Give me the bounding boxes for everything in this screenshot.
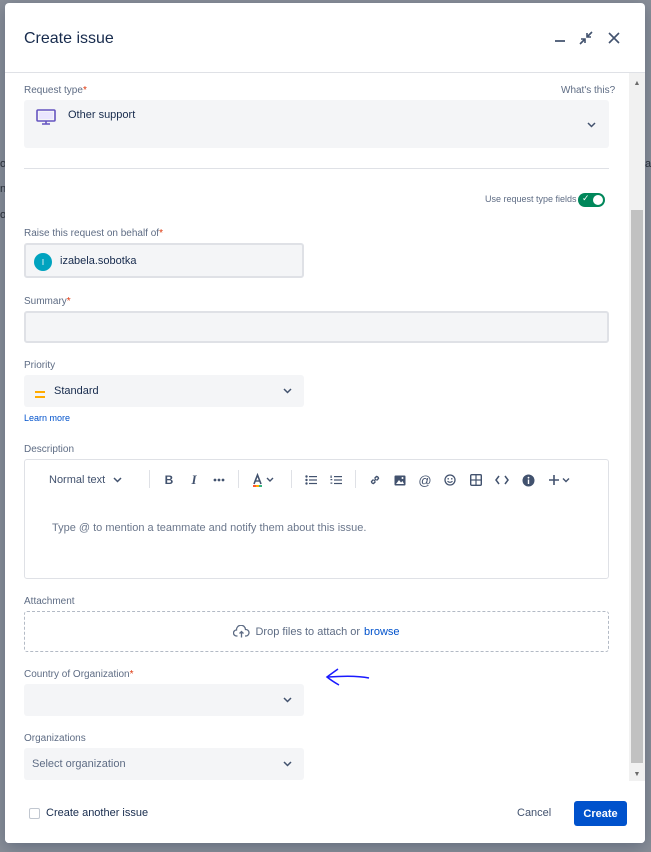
- request-type-select[interactable]: Other support: [24, 100, 609, 148]
- browse-link[interactable]: browse: [364, 626, 399, 638]
- scroll-up-icon[interactable]: ▲: [629, 76, 645, 90]
- annotation-arrow-icon: [325, 666, 371, 693]
- on-behalf-select[interactable]: I izabela.sobotka: [24, 243, 304, 278]
- priority-medium-icon: [35, 386, 45, 404]
- request-type-label: Request type*: [24, 85, 87, 96]
- dialog-header: Create issue: [5, 3, 645, 73]
- attachment-label: Attachment: [24, 596, 75, 607]
- summary-label: Summary*: [24, 296, 71, 307]
- description-label: Description: [24, 444, 75, 455]
- monitor-icon: [36, 109, 56, 131]
- chevron-down-icon: [586, 120, 596, 130]
- country-select[interactable]: [24, 684, 304, 716]
- close-icon[interactable]: [604, 28, 624, 48]
- mention-icon[interactable]: @: [418, 472, 432, 488]
- info-panel-icon[interactable]: [521, 472, 535, 488]
- description-editor[interactable]: Normal text B I @ Type @ to mention a te…: [24, 459, 609, 579]
- minimize-icon[interactable]: [550, 28, 570, 48]
- dropzone-text: Drop files to attach or: [255, 625, 361, 638]
- priority-label: Priority: [24, 360, 56, 371]
- toolbar-separator: [149, 470, 150, 488]
- dialog-footer: Create another issue Cancel Create: [5, 781, 645, 843]
- priority-value: Standard: [54, 385, 99, 397]
- create-another-label[interactable]: Create another issue: [46, 807, 148, 819]
- section-divider: [24, 168, 609, 169]
- scrollbar-thumb[interactable]: [631, 210, 643, 763]
- table-icon[interactable]: [469, 472, 483, 488]
- summary-input[interactable]: [24, 311, 609, 343]
- cancel-button[interactable]: Cancel: [517, 807, 551, 819]
- scroll-down-icon[interactable]: ▼: [629, 767, 645, 781]
- collapse-icon[interactable]: [576, 28, 596, 48]
- request-type-value: Other support: [68, 109, 136, 121]
- insert-more-icon[interactable]: [547, 472, 573, 488]
- code-icon[interactable]: [494, 472, 510, 488]
- bold-icon[interactable]: B: [162, 472, 176, 488]
- toggle-knob: [593, 195, 603, 205]
- link-icon[interactable]: [368, 472, 382, 488]
- priority-select[interactable]: Standard: [24, 375, 304, 407]
- whats-this-link[interactable]: What's this?: [561, 85, 615, 96]
- request-type-fields-toggle[interactable]: ✓: [578, 193, 605, 207]
- check-icon: ✓: [582, 193, 590, 203]
- text-color-icon[interactable]: [251, 472, 277, 488]
- description-placeholder: Type @ to mention a teammate and notify …: [52, 522, 367, 534]
- organizations-label: Organizations: [24, 733, 86, 744]
- toolbar-separator: [355, 470, 356, 488]
- upload-cloud-icon: [233, 625, 251, 638]
- create-another-checkbox[interactable]: [29, 808, 40, 819]
- background-text-fragment: a: [645, 158, 651, 170]
- toolbar-separator: [291, 470, 292, 488]
- more-formatting-icon[interactable]: [211, 472, 227, 488]
- numbered-list-icon[interactable]: [329, 472, 343, 488]
- chevron-down-icon: [282, 695, 292, 705]
- organizations-placeholder: Select organization: [32, 758, 126, 770]
- emoji-icon[interactable]: [443, 472, 457, 488]
- chevron-down-icon: [282, 386, 292, 396]
- on-behalf-value: izabela.sobotka: [60, 255, 137, 267]
- text-style-label: Normal text: [49, 474, 106, 486]
- form-scrollbar[interactable]: ▲ ▼: [629, 73, 645, 781]
- text-style-dropdown[interactable]: Normal text: [49, 472, 122, 488]
- chevron-down-icon: [282, 759, 292, 769]
- attachment-dropzone[interactable]: Drop files to attach or browse: [24, 611, 609, 652]
- learn-more-link[interactable]: Learn more: [24, 413, 70, 423]
- dialog-title: Create issue: [24, 30, 114, 47]
- request-type-fields-label: Use request type fields: [485, 194, 577, 204]
- bullet-list-icon[interactable]: [304, 472, 318, 488]
- image-icon[interactable]: [393, 472, 407, 488]
- italic-icon[interactable]: I: [187, 472, 201, 488]
- country-label: Country of Organization*: [24, 669, 134, 680]
- create-issue-dialog: Create issue ▲ ▼ Request type* What's th…: [5, 3, 645, 843]
- toolbar-separator: [238, 470, 239, 488]
- on-behalf-label: Raise this request on behalf of*: [24, 228, 163, 239]
- organizations-select[interactable]: Select organization: [24, 748, 304, 780]
- create-button[interactable]: Create: [574, 801, 627, 826]
- avatar: I: [34, 253, 52, 271]
